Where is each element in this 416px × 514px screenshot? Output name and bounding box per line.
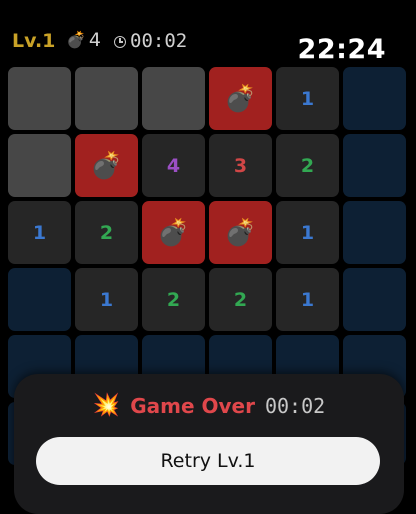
adjacent-count: 1 [32,221,47,244]
elapsed-time-value: 00:02 [130,30,188,52]
adjacent-count: 1 [300,87,315,110]
cell-r4-c2[interactable]: 1 [75,268,138,331]
cell-r4-c3[interactable]: 2 [142,268,205,331]
cell-r1-c5[interactable]: 1 [276,67,339,130]
adjacent-count: 4 [166,154,181,177]
adjacent-count: 3 [233,154,248,177]
cell-r2-c3[interactable]: 4 [142,134,205,197]
cell-r3-c1[interactable]: 1 [8,201,71,264]
cell-r1-c1[interactable] [8,67,71,130]
mine-icon: 💣 [90,150,123,181]
cell-r2-c4[interactable]: 3 [209,134,272,197]
retry-button[interactable]: Retry Lv.1 [36,437,380,485]
level-label: Lv.1 [12,30,56,52]
cell-r2-c1[interactable] [8,134,71,197]
bomb-counter: 💣 4 [66,29,101,51]
mine-icon: 💣 [224,217,257,248]
mine-icon: 💣 [157,217,190,248]
adjacent-count: 1 [300,221,315,244]
game-over-line: 💥 Game Over 00:02 [14,394,404,418]
cell-r3-c3[interactable]: 💣 [142,201,205,264]
game-over-panel: 💥 Game Over 00:02 Retry Lv.1 [14,374,404,514]
bomb-count-value: 4 [88,29,102,51]
final-time: 00:02 [264,394,326,418]
cell-r2-c6[interactable] [343,134,406,197]
bomb-icon: 💣 [66,30,86,49]
adjacent-count: 2 [300,154,315,177]
cell-r1-c4[interactable]: 💣 [209,67,272,130]
cell-r2-c5[interactable]: 2 [276,134,339,197]
status-bar: Lv.1 💣 4 00:02 22:24 [0,0,416,66]
clock-icon [114,35,126,48]
explosion-icon: 💥 [92,393,121,418]
adjacent-count: 1 [99,288,114,311]
elapsed-timer: 00:02 [114,30,187,52]
adjacent-count: 2 [99,221,114,244]
cell-r4-c5[interactable]: 1 [276,268,339,331]
cell-r3-c4[interactable]: 💣 [209,201,272,264]
cell-r1-c6[interactable] [343,67,406,130]
adjacent-count: 2 [166,288,181,311]
mine-icon: 💣 [224,83,257,114]
cell-r1-c3[interactable] [142,67,205,130]
cell-r4-c4[interactable]: 2 [209,268,272,331]
cell-r2-c2[interactable]: 💣 [75,134,138,197]
adjacent-count: 2 [233,288,248,311]
cell-r3-c6[interactable] [343,201,406,264]
game-over-title: Game Over [130,394,255,418]
cell-r3-c5[interactable]: 1 [276,201,339,264]
cell-r1-c2[interactable] [75,67,138,130]
cell-r3-c2[interactable]: 2 [75,201,138,264]
cell-r4-c1[interactable] [8,268,71,331]
adjacent-count: 1 [300,288,315,311]
system-clock: 22:24 [297,34,386,65]
cell-r4-c6[interactable] [343,268,406,331]
